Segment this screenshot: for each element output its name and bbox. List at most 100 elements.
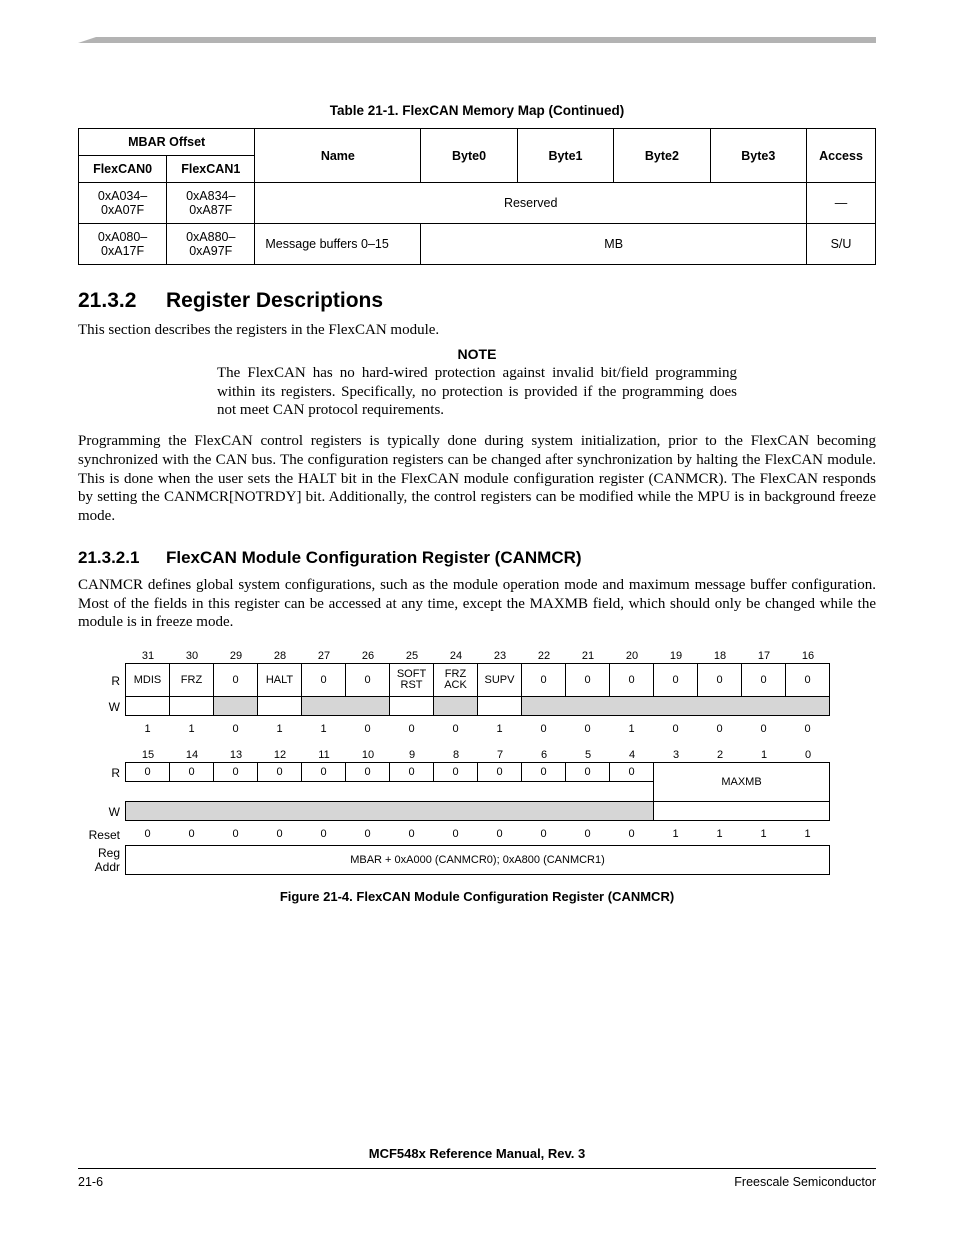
note-body: The FlexCAN has no hard-wired protection… xyxy=(217,364,737,420)
cell-bytes: MB xyxy=(421,224,807,265)
bitnum: 2 xyxy=(698,749,742,763)
header-rule xyxy=(78,37,876,43)
section-title: Register Descriptions xyxy=(166,289,383,312)
th-byte3: Byte3 xyxy=(710,129,806,183)
reset-val: 1 xyxy=(609,719,654,739)
note-block: NOTE The FlexCAN has no hard-wired prote… xyxy=(78,346,876,420)
bitnum: 30 xyxy=(170,650,214,664)
bitfield: 0 xyxy=(433,762,478,782)
bitnum: 4 xyxy=(610,749,654,763)
bitfield: 0 xyxy=(609,762,654,782)
reset-val: 0 xyxy=(697,719,742,739)
reset-val: 0 xyxy=(433,719,478,739)
note-title: NOTE xyxy=(78,346,876,362)
reset-val: 0 xyxy=(609,824,654,844)
reset-val: 0 xyxy=(125,824,170,844)
bitfield: 0 xyxy=(257,762,302,782)
reset-val: 0 xyxy=(213,824,258,844)
row-label-reset: Reset xyxy=(78,828,126,842)
paragraph: CANMCR defines global system configurati… xyxy=(78,576,876,632)
bitfield: 0 xyxy=(301,762,346,782)
reset-val: 0 xyxy=(741,719,786,739)
bitnum: 17 xyxy=(742,650,786,664)
cell-c1: 0xA880–0xA97F xyxy=(167,224,255,265)
bitnum: 1 xyxy=(742,749,786,763)
bitnum: 26 xyxy=(346,650,390,664)
row-label-r: R xyxy=(78,766,126,780)
bitfield: MDIS xyxy=(125,663,170,697)
th-byte1: Byte1 xyxy=(517,129,613,183)
th-mbar: MBAR Offset xyxy=(79,129,255,156)
bitnum: 25 xyxy=(390,650,434,664)
regaddr-cell: MBAR + 0xA000 (CANMCR0); 0xA800 (CANMCR1… xyxy=(125,845,830,875)
bitfield: 0 xyxy=(125,762,170,782)
w-cell-reserved xyxy=(301,696,390,716)
bitnum: 19 xyxy=(654,650,698,664)
bitfield: HALT xyxy=(257,663,302,697)
section-heading: 21.3.2Register Descriptions xyxy=(78,289,876,313)
subsection-num: 21.3.2.1 xyxy=(78,548,166,568)
th-flexcan1: FlexCAN1 xyxy=(167,156,255,183)
header-rule-notch xyxy=(78,37,96,43)
bitfield: 0 xyxy=(521,663,566,697)
bitfield: 0 xyxy=(741,663,786,697)
bitfield: SOFT RST xyxy=(389,663,434,697)
bitnum: 0 xyxy=(786,749,830,763)
bitfield-maxmb: MAXMB xyxy=(653,762,830,802)
table-caption: Table 21-1. FlexCAN Memory Map (Continue… xyxy=(78,103,876,118)
bitnum: 13 xyxy=(214,749,258,763)
w-cell xyxy=(477,696,522,716)
bitnum: 21 xyxy=(566,650,610,664)
subsection-title: FlexCAN Module Configuration Register (C… xyxy=(166,548,582,567)
bitfield: 0 xyxy=(345,663,390,697)
bitnum: 3 xyxy=(654,749,698,763)
section-num: 21.3.2 xyxy=(78,289,166,313)
bitnum: 9 xyxy=(390,749,434,763)
footer-page-num: 21-6 xyxy=(78,1175,103,1189)
paragraph: This section describes the registers in … xyxy=(78,321,876,340)
reset-val: 0 xyxy=(257,824,302,844)
bitnum: 5 xyxy=(566,749,610,763)
reset-val: 0 xyxy=(521,824,566,844)
bitnum: 24 xyxy=(434,650,478,664)
bitfield: SUPV xyxy=(477,663,522,697)
reset-val: 1 xyxy=(697,824,742,844)
cell-name: Message buffers 0–15 xyxy=(255,224,421,265)
bitnum: 14 xyxy=(170,749,214,763)
bitfield: FRZ ACK xyxy=(433,663,478,697)
bitfield: 0 xyxy=(169,762,214,782)
bitnum: 11 xyxy=(302,749,346,763)
bitfield: 0 xyxy=(345,762,390,782)
bitfield: 0 xyxy=(785,663,830,697)
bitnum: 29 xyxy=(214,650,258,664)
bitfield: 0 xyxy=(653,663,698,697)
cell-access: S/U xyxy=(807,224,876,265)
bitnum: 23 xyxy=(478,650,522,664)
cell-reserved: Reserved xyxy=(255,183,807,224)
paragraph: Programming the FlexCAN control register… xyxy=(78,432,876,526)
footer-company: Freescale Semiconductor xyxy=(734,1175,876,1189)
th-name: Name xyxy=(255,129,421,183)
bitfield: FRZ xyxy=(169,663,214,697)
w-cell-maxmb xyxy=(653,801,830,821)
bitfield: 0 xyxy=(565,762,610,782)
reset-val: 0 xyxy=(565,719,610,739)
register-diagram: 31 30 29 28 27 26 25 24 23 22 21 20 19 1… xyxy=(78,650,876,875)
th-access: Access xyxy=(807,129,876,183)
reset-val: 1 xyxy=(741,824,786,844)
bitfield: 0 xyxy=(609,663,654,697)
reset-val: 1 xyxy=(125,719,170,739)
reset-val: 0 xyxy=(389,719,434,739)
bitnum: 6 xyxy=(522,749,566,763)
cell-c0: 0xA080–0xA17F xyxy=(79,224,167,265)
bitnum: 22 xyxy=(522,650,566,664)
table-row: 0xA080–0xA17F 0xA880–0xA97F Message buff… xyxy=(79,224,876,265)
reset-val: 1 xyxy=(257,719,302,739)
reset-val: 0 xyxy=(345,719,390,739)
bitnum: 18 xyxy=(698,650,742,664)
reset-val: 1 xyxy=(785,824,830,844)
reset-val: 0 xyxy=(565,824,610,844)
row-label-r: R xyxy=(78,674,126,688)
bitnum: 31 xyxy=(126,650,170,664)
bitnum: 28 xyxy=(258,650,302,664)
